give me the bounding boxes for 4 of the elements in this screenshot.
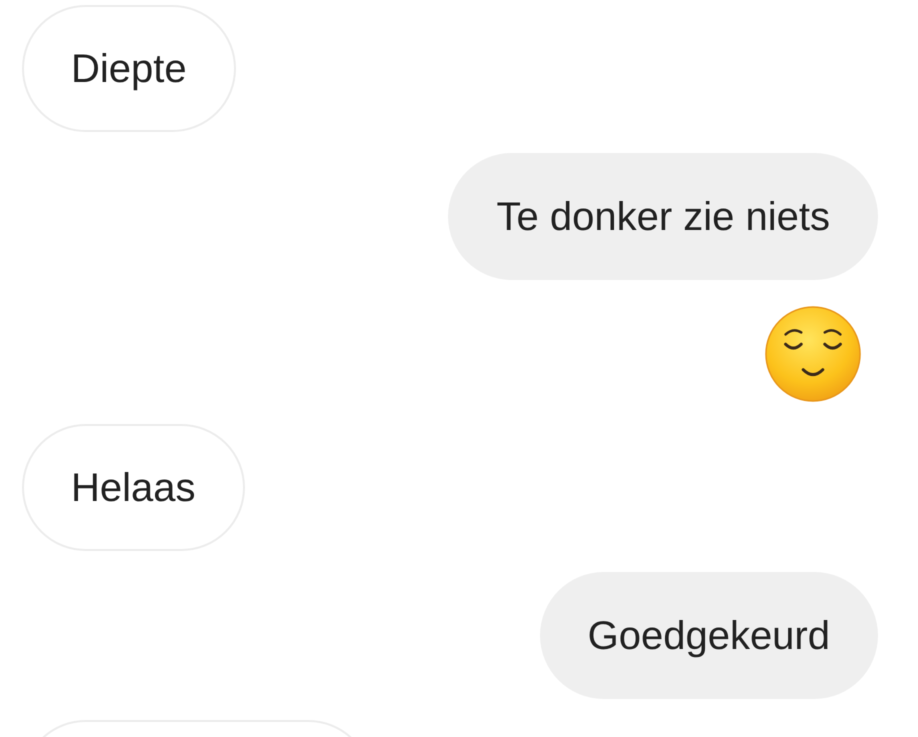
message-bubble: Goedgekeurd [540,572,878,699]
message-bubble: Diepte [22,5,236,132]
message-bubble: Helaas [22,424,245,551]
message-bubble: Te donker zie niets [448,153,878,280]
